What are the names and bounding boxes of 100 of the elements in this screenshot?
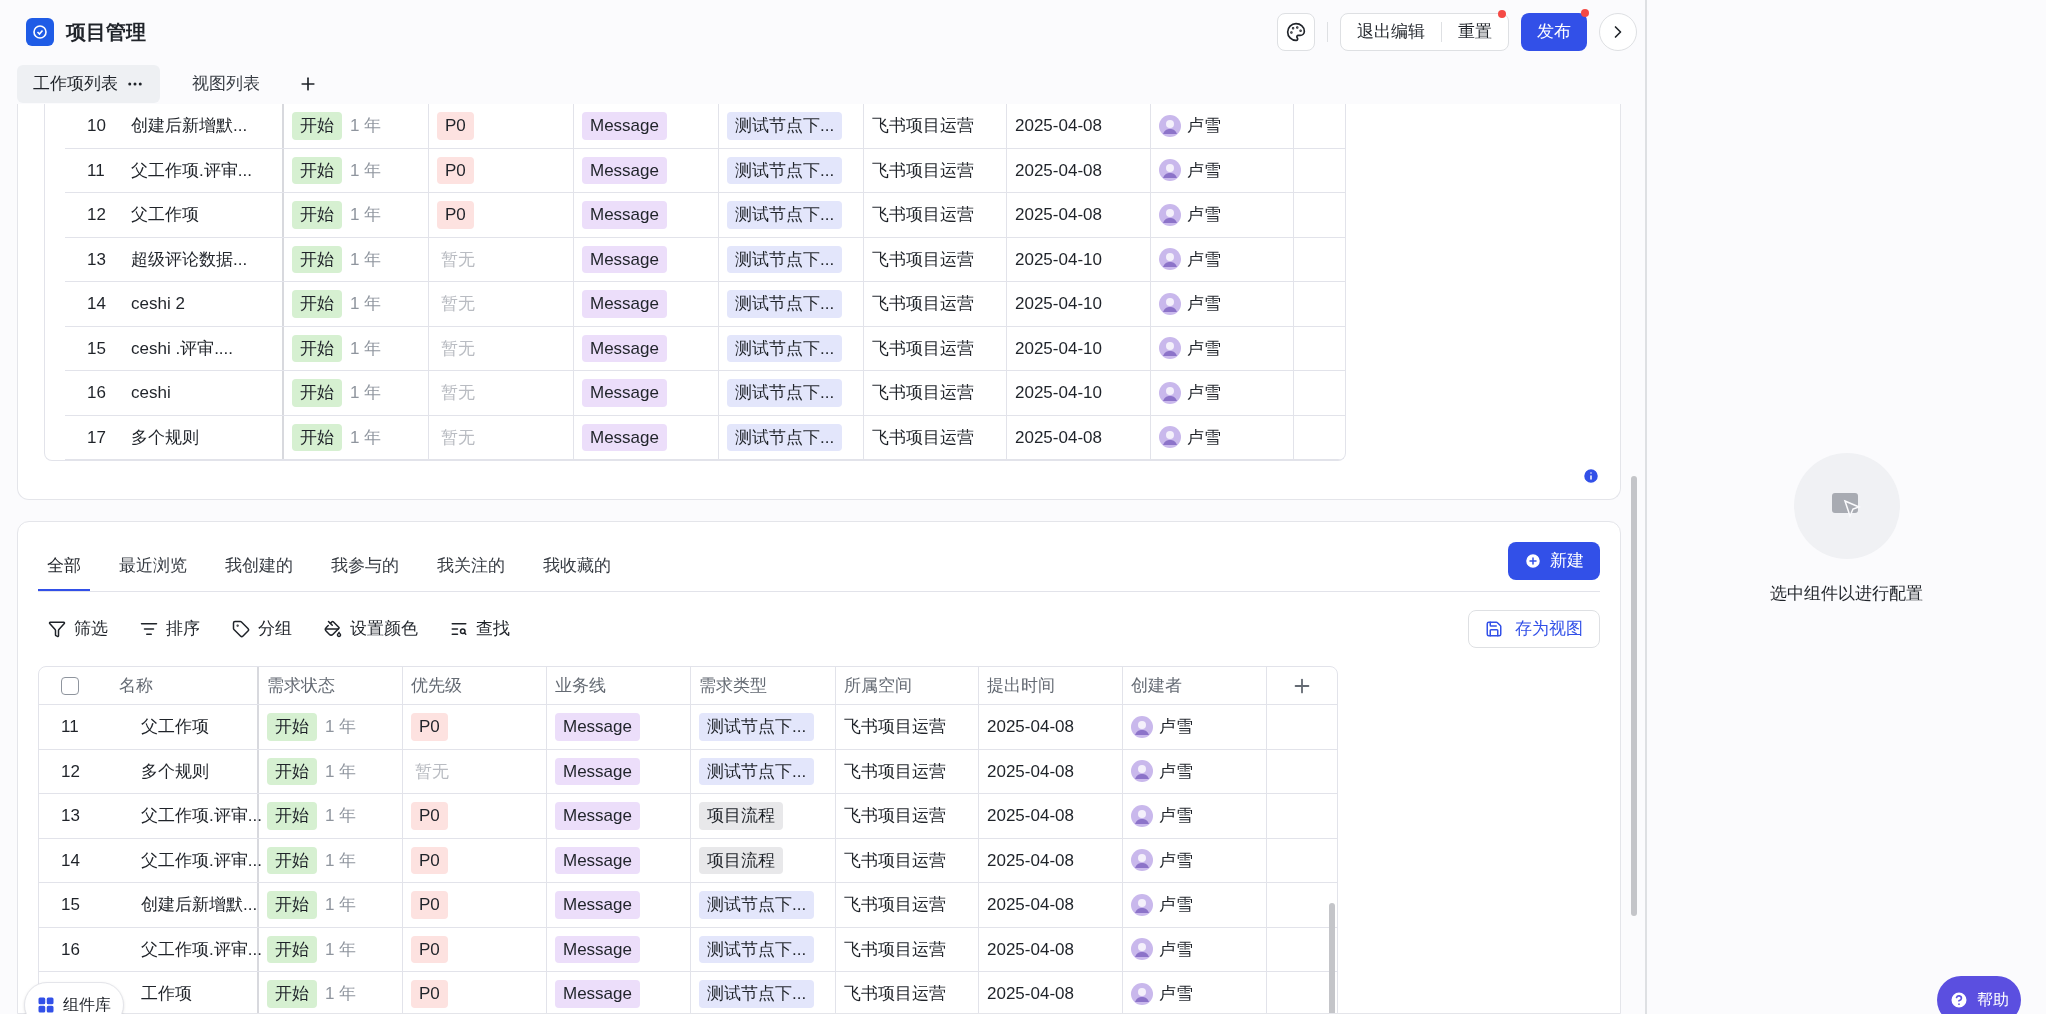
reset-button[interactable]: 重置 [1442,14,1508,50]
space-name: 飞书项目运营 [844,938,946,961]
filter-tab[interactable]: 我关注的 [428,542,514,591]
avatar-icon [1131,849,1153,872]
space-name: 飞书项目运营 [872,337,974,360]
new-button[interactable]: 新建 [1508,541,1600,580]
status-tag: 开始 [292,290,342,318]
space-name: 飞书项目运营 [844,894,946,916]
help-icon [1949,990,1969,1010]
item-name: 父工作项 [140,716,209,738]
filter-icon [48,620,66,638]
date-text: 2025-04-08 [987,760,1074,783]
toolbar-button[interactable]: 筛选 [38,616,118,642]
status-tag: 开始 [267,891,317,919]
save-view-button[interactable]: 存为视图 [1468,610,1600,648]
business-tag: Message [582,112,667,140]
creator-name: 卢雪 [1159,894,1193,916]
business-tag: Message [582,334,667,362]
component-library-button[interactable]: 组件库 [24,982,124,1014]
page-tab[interactable]: 工作项列表 [17,65,160,103]
creator-name: 卢雪 [1187,293,1221,315]
filter-tab[interactable]: 全部 [38,542,90,591]
exit-edit-button[interactable]: 退出编辑 [1341,14,1441,50]
avatar-icon [1159,203,1181,226]
item-name: 父工作项.评审... [140,805,262,827]
toolbar-button[interactable]: 设置颜色 [314,616,428,642]
creator-name: 卢雪 [1187,426,1221,449]
status-tag: 开始 [267,802,317,830]
business-tag: Message [582,245,667,273]
creator-name: 卢雪 [1159,716,1193,738]
grid-icon [37,996,55,1014]
type-tag: 项目流程 [699,846,783,874]
space-name: 飞书项目运营 [844,983,946,1005]
avatar-icon [1131,893,1153,916]
space-name: 飞书项目运营 [844,716,946,738]
date-text: 2025-04-08 [987,849,1074,872]
help-button[interactable]: 帮助 [1937,976,2021,1014]
status-tag: 开始 [292,245,342,273]
type-tag: 测试节点下... [699,757,815,785]
row-number: 14 [61,850,80,870]
row-number: 15 [87,338,106,358]
priority-empty-text: 暂无 [440,293,476,315]
duration-text: 1 年 [325,805,357,827]
row-number: 13 [87,249,106,269]
avatar-icon [1159,426,1181,449]
filter-tab[interactable]: 我参与的 [322,542,408,591]
column-header: 名称 [119,674,153,697]
theme-button[interactable] [1277,13,1315,51]
creator-name: 卢雪 [1187,382,1221,404]
item-name: ceshi 2 [130,293,185,315]
status-tag: 开始 [292,156,342,184]
page-tab[interactable]: 视图列表 [176,65,276,103]
row-number: 13 [61,806,80,825]
business-tag: Message [582,379,667,407]
toolbar-button[interactable]: 分组 [222,616,302,642]
avatar-icon [1159,381,1181,404]
row-number: 12 [87,205,106,224]
item-name: 超级评论数据... [130,248,248,271]
column-header: 需求状态 [267,674,335,697]
row-number: 16 [87,383,106,402]
panel-hint: 选中组件以进行配置 [1770,583,1923,605]
item-name: 多个规则 [140,760,209,783]
date-text: 2025-04-08 [1015,426,1102,449]
business-tag: Message [582,156,667,184]
business-tag: Message [582,423,667,451]
avatar-icon [1159,248,1181,271]
filter-tab[interactable]: 最近浏览 [110,542,196,591]
date-text: 2025-04-08 [987,805,1074,827]
row-number: 12 [61,761,80,781]
toolbar-button[interactable]: 排序 [130,616,210,642]
business-tag: Message [582,290,667,318]
paint-bucket-icon [324,620,342,638]
filter-tab[interactable]: 我创建的 [216,542,302,591]
sort-icon [140,620,158,638]
date-text: 2025-04-08 [987,983,1074,1005]
plus-circle-icon [1524,551,1542,570]
space-name: 飞书项目运营 [872,426,974,449]
status-tag: 开始 [267,757,317,785]
info-icon[interactable] [1582,467,1600,485]
priority-empty-text: 暂无 [440,382,476,404]
column-header: 优先级 [411,674,462,697]
business-tag: Message [555,846,640,874]
tag-icon [232,620,250,638]
row-number: 16 [61,939,80,959]
creator-name: 卢雪 [1187,204,1221,226]
priority-empty-text: 暂无 [440,426,476,449]
status-tag: 开始 [292,423,342,451]
item-name: 工作项 [140,983,192,1005]
select-all-checkbox[interactable] [61,676,79,695]
type-tag: 测试节点下... [699,713,815,741]
type-tag: 测试节点下... [727,112,843,140]
item-name: ceshi .评审.... [130,337,234,360]
filter-tab[interactable]: 我收藏的 [534,542,620,591]
type-tag: 测试节点下... [727,423,843,451]
duration-text: 1 年 [350,115,382,137]
space-name: 飞书项目运营 [872,159,974,182]
date-text: 2025-04-08 [1015,204,1102,226]
date-text: 2025-04-08 [1015,115,1102,137]
space-name: 飞书项目运营 [872,382,974,404]
toolbar-button[interactable]: 查找 [440,616,520,642]
